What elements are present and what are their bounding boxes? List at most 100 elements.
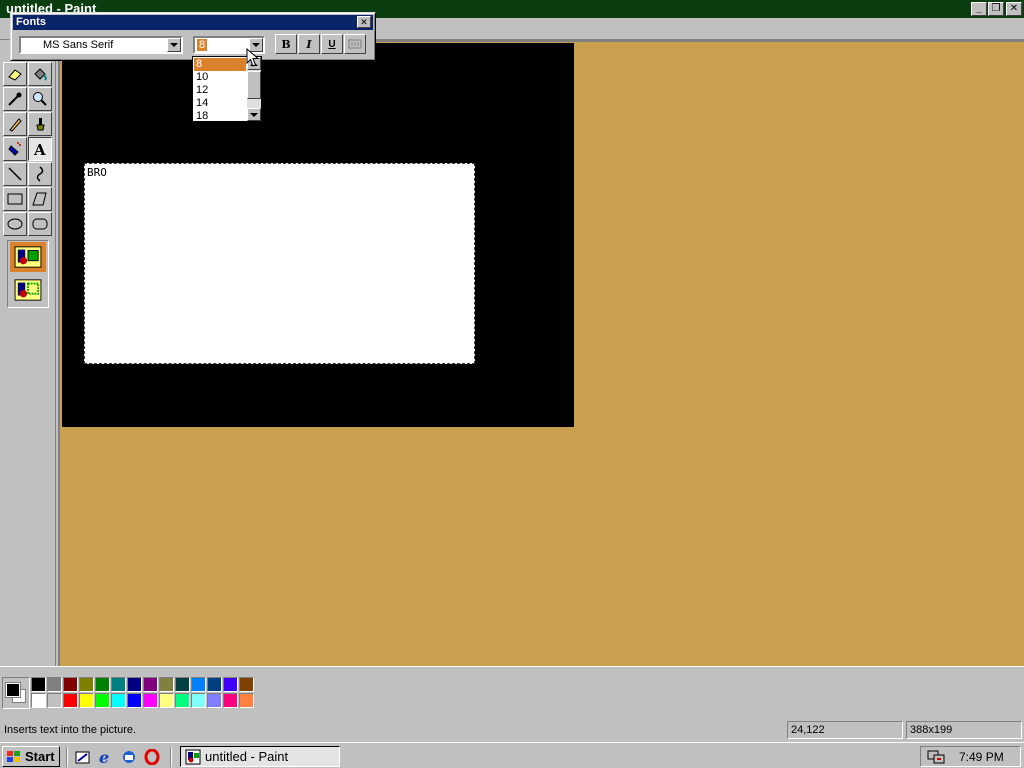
font-name-dropdown-button[interactable] [167, 38, 181, 52]
color-swatch[interactable] [31, 677, 46, 692]
show-desktop-icon [75, 751, 90, 764]
start-label: Start [25, 749, 55, 764]
outlook-express-button[interactable] [120, 748, 138, 766]
font-size-option[interactable]: 18 [194, 110, 246, 123]
taskbar-separator [66, 747, 68, 767]
italic-label: I [306, 37, 312, 51]
color-swatch[interactable] [95, 693, 110, 708]
font-name-value: MS Sans Serif [43, 39, 114, 51]
curve-tool[interactable] [28, 162, 52, 186]
color-swatch[interactable] [47, 693, 62, 708]
color-swatch[interactable] [207, 677, 222, 692]
color-swatch[interactable] [159, 693, 174, 708]
color-swatch[interactable] [159, 677, 174, 692]
outlook-express-icon [123, 751, 135, 763]
color-swatch[interactable] [111, 693, 126, 708]
font-size-option[interactable]: 14 [194, 97, 246, 110]
clock[interactable]: 7:49 PM [959, 749, 1004, 765]
minimize-button[interactable]: _ [971, 2, 987, 16]
internet-explorer-button[interactable]: e [97, 748, 115, 766]
color-swatch[interactable] [95, 677, 110, 692]
transparent-background-option[interactable] [10, 275, 46, 305]
restore-button[interactable]: ❐ [988, 2, 1004, 16]
font-size-option[interactable]: 10 [194, 71, 246, 84]
color-swatch[interactable] [191, 693, 206, 708]
color-swatch[interactable] [63, 677, 78, 692]
color-swatch[interactable] [191, 677, 206, 692]
color-swatch[interactable] [223, 677, 238, 692]
fonts-title: Fonts [16, 16, 46, 28]
network-icon[interactable] [927, 749, 945, 765]
show-desktop-button[interactable] [74, 748, 92, 766]
vertical-text-button[interactable] [344, 34, 366, 54]
color-swatch[interactable] [79, 693, 94, 708]
underline-button[interactable]: U [321, 34, 343, 54]
opera-icon [144, 749, 160, 765]
fonts-toolbar: Fonts ✕ MS Sans Serif 8 B I U [10, 12, 376, 61]
windows-logo-icon [7, 750, 20, 762]
magnifier-tool[interactable] [28, 87, 52, 111]
airbrush-tool[interactable] [3, 137, 27, 161]
eraser-icon [8, 69, 22, 81]
color-swatch[interactable] [31, 693, 46, 708]
color-swatch[interactable] [223, 693, 238, 708]
internet-explorer-icon: e [99, 749, 109, 765]
fill-tool[interactable] [28, 62, 52, 86]
color-swatch[interactable] [143, 677, 158, 692]
pencil-icon [9, 118, 22, 132]
font-size-option[interactable]: 12 [194, 84, 246, 97]
color-swatch[interactable] [127, 693, 142, 708]
color-picker-icon [8, 92, 22, 106]
opaque-option-icon [14, 246, 42, 268]
text-box-content: BRO [87, 166, 107, 179]
color-swatch[interactable] [63, 693, 78, 708]
eraser-tool[interactable] [3, 62, 27, 86]
opaque-background-option[interactable] [10, 242, 46, 272]
scroll-thumb[interactable] [247, 71, 261, 99]
airbrush-icon [8, 142, 21, 156]
color-swatch[interactable] [239, 693, 254, 708]
bold-button[interactable]: B [275, 34, 297, 54]
fonts-title-bar[interactable]: Fonts ✕ [13, 15, 373, 30]
tool-box: A [0, 40, 56, 666]
color-swatch[interactable] [175, 677, 190, 692]
opera-browser-button[interactable] [143, 748, 161, 766]
rounded-rectangle-icon [32, 218, 48, 230]
close-button[interactable]: ✕ [1006, 2, 1022, 16]
line-tool[interactable] [3, 162, 27, 186]
fonts-close-button[interactable]: ✕ [357, 16, 371, 28]
italic-button[interactable]: I [298, 34, 320, 54]
taskbar-item-paint[interactable]: untitled - Paint [180, 746, 340, 767]
font-size-value: 8 [197, 39, 208, 51]
color-swatch[interactable] [47, 677, 62, 692]
selection-size: 388x199 [906, 721, 1022, 739]
fill-icon [34, 68, 47, 81]
scroll-down-button[interactable] [247, 108, 261, 121]
pencil-tool[interactable] [3, 112, 27, 136]
color-picker-tool[interactable] [3, 87, 27, 111]
color-swatch[interactable] [143, 693, 158, 708]
color-swatch[interactable] [111, 677, 126, 692]
text-input-box[interactable]: BRO [84, 163, 475, 364]
color-swatch[interactable] [127, 677, 142, 692]
mouse-cursor-icon [246, 48, 260, 67]
color-swatch[interactable] [207, 693, 222, 708]
brush-tool[interactable] [28, 112, 52, 136]
rectangle-tool[interactable] [3, 187, 27, 211]
color-swatch[interactable] [79, 677, 94, 692]
current-colors[interactable] [2, 677, 30, 709]
status-message: Inserts text into the picture. [4, 724, 137, 736]
text-tool[interactable]: A [28, 137, 52, 161]
rounded-rectangle-tool[interactable] [28, 212, 52, 236]
color-swatch[interactable] [175, 693, 190, 708]
color-box [0, 666, 1024, 716]
ellipse-tool[interactable] [3, 212, 27, 236]
font-size-option[interactable]: 8 [194, 58, 246, 71]
color-swatch[interactable] [239, 677, 254, 692]
taskbar-separator [170, 747, 172, 767]
rectangle-icon [7, 193, 23, 205]
system-tray: 7:49 PM [920, 746, 1021, 767]
font-name-combo[interactable]: MS Sans Serif [19, 36, 183, 54]
start-button[interactable]: Start [2, 746, 60, 767]
polygon-tool[interactable] [28, 187, 52, 211]
